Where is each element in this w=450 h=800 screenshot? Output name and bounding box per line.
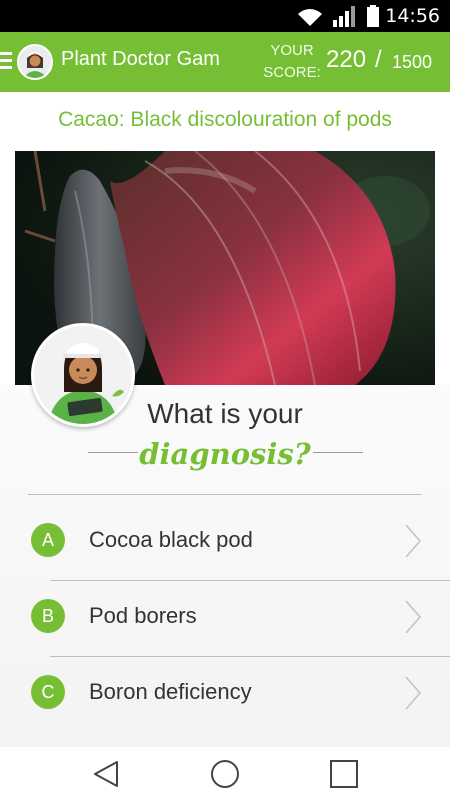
recents-icon[interactable] (329, 759, 359, 789)
answers-divider (28, 494, 422, 495)
battery-icon (367, 5, 379, 27)
score-separator: / (375, 46, 382, 73)
answer-label: Cocoa black pod (89, 527, 253, 552)
answer-letter-badge: C (31, 675, 65, 709)
score-value: 220 (326, 46, 367, 73)
answer-label: Pod borers (89, 603, 197, 628)
answer-option-c[interactable]: C Boron deficiency (0, 657, 450, 733)
chevron-right-icon (405, 600, 422, 634)
crop-title: Cacao: Black discolouration of pods (58, 108, 392, 131)
question-rule-right (313, 452, 363, 453)
signal-icon (333, 6, 355, 27)
menu-icon[interactable] (0, 52, 12, 72)
app-bar: Plant Doctor Gam YOUR SCORE: 220 / 1500 (0, 32, 450, 92)
answer-letter-badge: B (31, 599, 65, 633)
question-line2: diagnosis? (139, 437, 311, 471)
question-line1: What is your (147, 398, 303, 429)
score-label: YOUR SCORE: (263, 42, 321, 81)
home-icon[interactable] (210, 759, 240, 789)
app-title: Plant Doctor Gam (61, 48, 220, 70)
chevron-right-icon (405, 524, 422, 558)
answer-label: Boron deficiency (89, 679, 252, 704)
back-icon[interactable] (92, 759, 122, 789)
chevron-right-icon (405, 676, 422, 710)
wifi-icon (298, 9, 322, 26)
status-time: 14:56 (385, 5, 440, 27)
score-total: 1500 (392, 52, 433, 72)
status-bar: 14:56 (0, 0, 450, 32)
app-logo-avatar[interactable] (17, 44, 53, 80)
answer-option-a[interactable]: A Cocoa black pod (0, 505, 450, 581)
answer-letter-badge: A (31, 523, 65, 557)
answer-option-b[interactable]: B Pod borers (0, 581, 450, 657)
status-icons (296, 5, 380, 27)
system-nav-bar (0, 747, 450, 800)
